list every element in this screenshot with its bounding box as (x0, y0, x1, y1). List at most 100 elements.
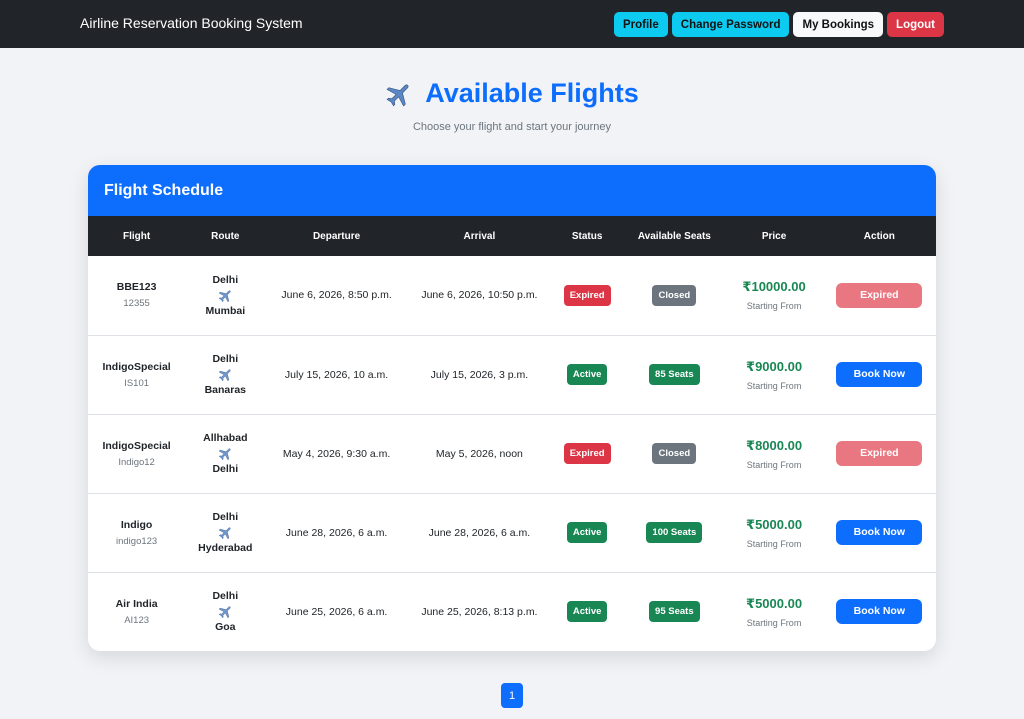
price-caption: Starting From (746, 617, 802, 628)
flight-name: IndigoSpecial (102, 439, 171, 452)
route-from: Delhi (212, 590, 239, 603)
status-cell: Active (551, 572, 623, 651)
price-caption: Starting From (746, 538, 802, 549)
column-header: Status (571, 230, 603, 242)
airplane-icon (218, 606, 231, 619)
flight-name: IndigoSpecial (102, 360, 171, 373)
price-value: ₹9000.00 (746, 358, 803, 374)
page-subtitle: Choose your flight and start your journe… (412, 120, 612, 133)
column-header: Arrival (463, 230, 496, 242)
seats-badge: 85 Seats (649, 364, 700, 385)
route-cell: Delhi Hyderabad (185, 493, 265, 572)
page-1-button[interactable]: 1 (501, 683, 523, 708)
my-bookings-button[interactable]: My Bookings (793, 12, 884, 37)
route-to: Mumbai (205, 304, 246, 317)
departure-cell: May 4, 2026, 9:30 a.m. (282, 447, 391, 460)
book-now-button[interactable]: Book Now (836, 362, 923, 387)
seats-cell: 95 Seats (623, 572, 725, 651)
flight-name: Indigo (120, 518, 153, 531)
route-cell: Delhi Goa (185, 572, 265, 651)
action-cell: Book Now (823, 493, 936, 572)
price-value: ₹5000.00 (746, 516, 803, 532)
seats-badge: Closed (652, 284, 697, 306)
table-row: IndigoSpecial Indigo12 Allhabad Delhi May 4,… (88, 414, 936, 493)
status-badge: Active (566, 601, 608, 623)
column-header: Price (761, 230, 787, 242)
status-cell: Active (551, 335, 623, 414)
price-caption: Starting From (746, 459, 802, 470)
table-row: IndigoSpecial IS101 Delhi Banaras July 15, 2… (88, 335, 936, 414)
action-cell: Expired (823, 256, 936, 335)
price-value: ₹8000.00 (746, 437, 803, 453)
price-cell: ₹9000.00 Starting From (725, 335, 822, 414)
flights-table: Flight Route Departure Arrival Status Av… (88, 216, 936, 651)
departure-cell: June 28, 2026, 6 a.m. (285, 526, 388, 539)
flight-code: indigo123 (116, 535, 158, 547)
arrival-cell: June 28, 2026, 6 a.m. (428, 526, 531, 539)
book-now-button[interactable]: Book Now (836, 599, 923, 625)
price-cell: ₹5000.00 Starting From (725, 493, 822, 572)
column-header: Action (863, 230, 895, 242)
price-value: ₹5000.00 (746, 595, 803, 611)
column-header: Route (211, 230, 240, 242)
expired-button: Expired (836, 282, 923, 308)
seats-badge: 95 Seats (649, 601, 700, 623)
hero: Available Flights Choose your flight and… (0, 78, 1024, 133)
column-header: Departure (312, 230, 361, 242)
status-cell: Active (551, 493, 623, 572)
card-header: Flight Schedule (88, 165, 936, 216)
flight-name: BBE123 (116, 281, 157, 294)
action-cell: Expired (823, 414, 936, 493)
profile-button[interactable]: Profile (613, 12, 668, 37)
departure-cell: July 15, 2026, 10 a.m. (284, 368, 389, 381)
logout-button[interactable]: Logout (887, 12, 944, 37)
route-to: Banaras (204, 384, 247, 396)
table-body: BBE123 12355 Delhi Mumbai June 6, 2026, 8:50… (88, 256, 936, 651)
route-to: Delhi (212, 463, 239, 475)
page-title-text: Available Flights (425, 78, 639, 108)
flight-schedule-card: Flight Schedule Flight Route Departure A… (88, 165, 936, 651)
route-from: Delhi (212, 353, 239, 365)
airplane-icon (218, 369, 231, 382)
flight-cell: IndigoSpecial IS101 (88, 335, 185, 414)
route-cell: Allhabad Delhi (185, 414, 265, 493)
route-from: Allhabad (203, 432, 248, 444)
airplane-icon (386, 84, 409, 106)
price-cell: ₹10000.00 Starting From (725, 256, 822, 335)
page-title: Available Flights (385, 78, 639, 109)
flight-cell: Indigo indigo123 (88, 493, 185, 572)
flight-code: AI123 (124, 614, 150, 626)
flight-cell: Air India AI123 (88, 572, 185, 651)
status-cell: Expired (551, 256, 623, 335)
column-header: Available Seats (637, 230, 711, 242)
arrival-cell: July 15, 2026, 3 p.m. (430, 368, 529, 381)
status-badge: Active (566, 364, 608, 385)
route-from: Delhi (212, 511, 239, 523)
book-now-button[interactable]: Book Now (836, 520, 923, 545)
action-cell: Book Now (823, 335, 936, 414)
flight-name: Air India (115, 597, 158, 610)
seats-badge: Closed (652, 443, 697, 464)
route-from: Delhi (212, 273, 239, 286)
table-header-row: Flight Route Departure Arrival Status Av… (88, 216, 936, 256)
price-cell: ₹8000.00 Starting From (725, 414, 822, 493)
route-cell: Delhi Banaras (185, 335, 265, 414)
arrival-cell: June 25, 2026, 8:13 p.m. (421, 605, 538, 618)
nav-buttons: Profile Change Password My Bookings Logo… (613, 12, 944, 37)
flight-cell: IndigoSpecial Indigo12 (88, 414, 185, 493)
price-caption: Starting From (746, 380, 802, 391)
airplane-icon (218, 290, 231, 302)
table-row: Indigo indigo123 Delhi Hyderabad June 28, 20… (88, 493, 936, 572)
status-badge: Active (566, 522, 608, 543)
status-badge: Expired (563, 284, 611, 306)
table-row: BBE123 12355 Delhi Mumbai June 6, 2026, 8:50… (88, 256, 936, 335)
price-value: ₹10000.00 (742, 279, 806, 295)
route-to: Goa (215, 621, 236, 634)
brand-title[interactable]: Airline Reservation Booking System (80, 15, 303, 31)
action-cell: Book Now (823, 572, 936, 651)
change-password-button[interactable]: Change Password (671, 12, 790, 37)
departure-cell: June 6, 2026, 8:50 p.m. (281, 289, 392, 302)
seats-cell: Closed (623, 256, 725, 335)
table-row: Air India AI123 Delhi Goa June 25, 2026, 6 a… (88, 572, 936, 651)
column-header: Flight (123, 230, 151, 242)
